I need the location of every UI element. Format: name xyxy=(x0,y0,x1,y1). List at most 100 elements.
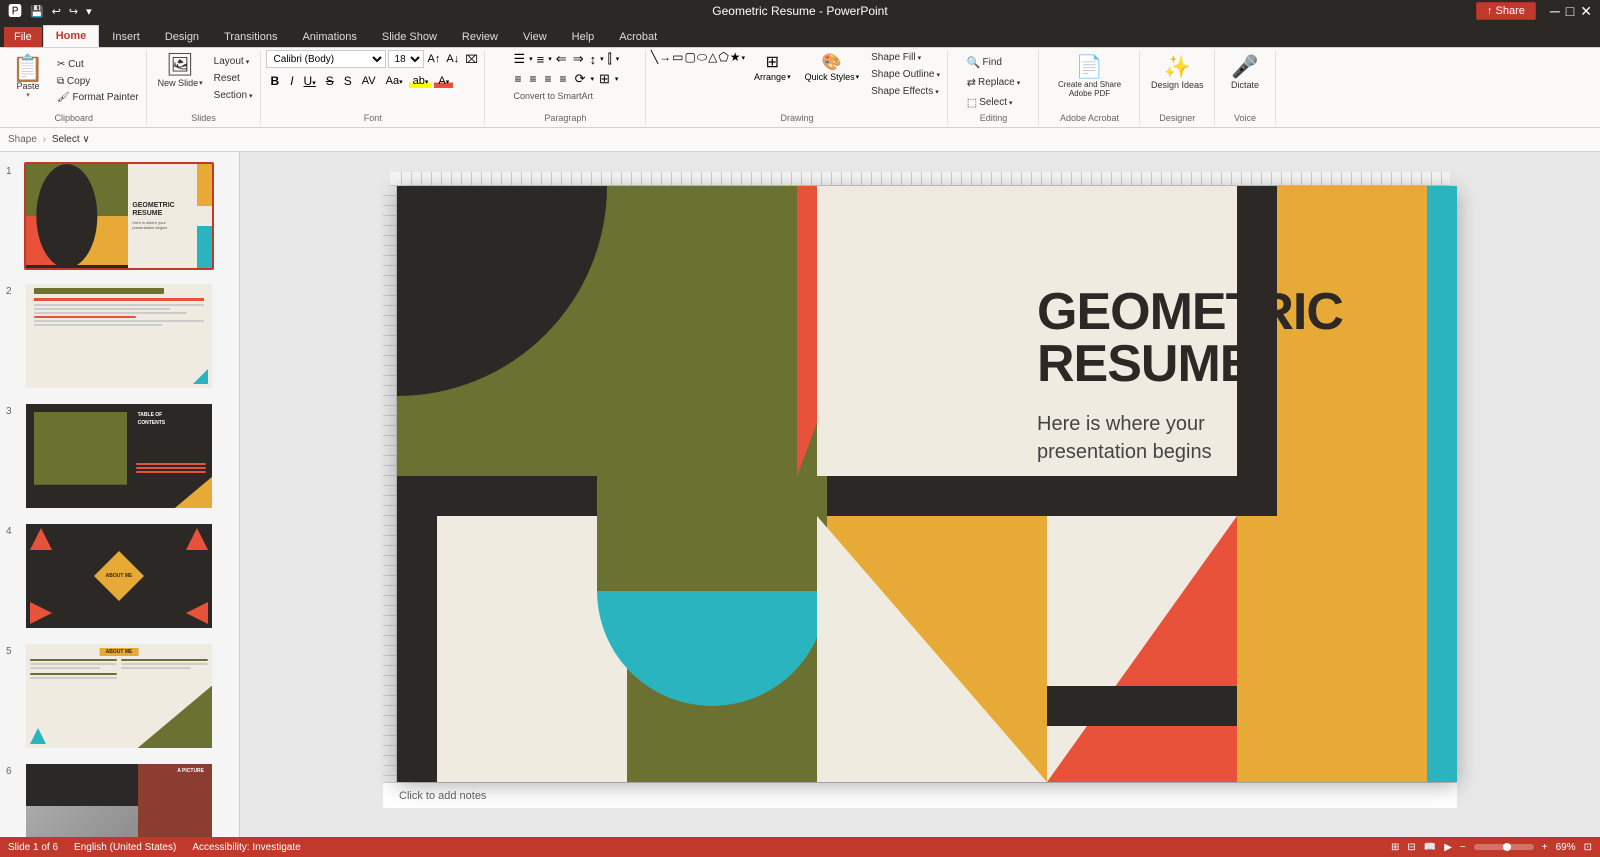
italic-button[interactable]: I xyxy=(286,73,297,89)
main-slide-canvas[interactable]: GEOMETRICRESUME Here is where yourpresen… xyxy=(397,186,1457,782)
shape-fill-button[interactable]: Shape Fill▾ xyxy=(868,50,943,65)
tab-slideshow[interactable]: Slide Show xyxy=(370,27,449,47)
format-painter-button[interactable]: 🖌 Format Painter xyxy=(54,91,142,104)
arrange-button[interactable]: ⊞ Arrange▾ xyxy=(749,50,796,84)
rounded-rect-shape[interactable]: ▢ xyxy=(684,50,695,65)
columns-button[interactable]: ⫿ xyxy=(606,50,614,68)
notes-bar[interactable]: Click to add notes xyxy=(383,782,1457,808)
tab-insert[interactable]: Insert xyxy=(100,27,152,47)
clear-format-button[interactable]: ⌧ xyxy=(463,52,480,67)
tab-help[interactable]: Help xyxy=(560,27,607,47)
select-context[interactable]: Select ∨ xyxy=(52,134,90,145)
tab-design[interactable]: Design xyxy=(153,27,211,47)
paste-button[interactable]: 📋 Paste ▾ xyxy=(6,50,50,104)
layout-button[interactable]: Layout▾ xyxy=(211,54,256,69)
arrow-shape[interactable]: → xyxy=(659,50,671,65)
tab-view[interactable]: View xyxy=(511,27,559,47)
fit-slide[interactable]: ⊡ xyxy=(1584,842,1592,853)
text-dir-arrow[interactable]: ▾ xyxy=(590,75,594,83)
qat-redo[interactable]: ↪ xyxy=(69,5,78,18)
oval-shape[interactable]: ⬭ xyxy=(697,50,707,65)
tab-review[interactable]: Review xyxy=(450,27,510,47)
tab-home[interactable]: Home xyxy=(43,25,100,47)
view-reading[interactable]: 📖 xyxy=(1424,842,1436,853)
tab-file[interactable]: File xyxy=(4,27,42,47)
new-slide-button[interactable]: 🖼 New Slide▾ xyxy=(152,50,209,90)
slide-thumb-5[interactable]: 5 ABOUT ME xyxy=(4,640,235,752)
triangle-shape[interactable]: △ xyxy=(708,50,717,65)
spacing-button[interactable]: AV xyxy=(358,74,380,88)
pentagon-shape[interactable]: ⬠ xyxy=(718,50,728,65)
section-button[interactable]: Section▾ xyxy=(211,88,256,103)
align-center-button[interactable]: ≡ xyxy=(527,71,540,87)
align-text-button[interactable]: ⊞ xyxy=(596,70,613,88)
view-slide-sorter[interactable]: ⊟ xyxy=(1407,842,1415,853)
align-text-arrow[interactable]: ▾ xyxy=(615,75,619,83)
line-shape[interactable]: ╲ xyxy=(651,50,658,65)
copy-button[interactable]: ⧉ Copy xyxy=(54,74,142,89)
replace-button[interactable]: ⇄Replace▾ xyxy=(964,74,1023,91)
slide-thumb-6[interactable]: 6 A PICTURE ALWAYS A PICTURE xyxy=(4,760,235,837)
numbering-button[interactable]: ≡ xyxy=(535,51,547,68)
acrobat-label: Adobe Acrobat xyxy=(1060,113,1119,123)
convert-smartart-button[interactable]: Convert to SmartArt xyxy=(512,90,596,102)
quick-styles-button[interactable]: 🎨 Quick Styles▾ xyxy=(800,50,865,84)
share-button[interactable]: ↑ Share xyxy=(1476,2,1536,20)
find-button[interactable]: 🔍Find xyxy=(964,54,1023,71)
strikethrough-button[interactable]: S xyxy=(322,73,338,89)
rect-shape[interactable]: ▭ xyxy=(672,50,683,65)
shape-effects-button[interactable]: Shape Effects▾ xyxy=(868,84,943,99)
highlight-button[interactable]: ab▾ xyxy=(409,74,433,88)
voice-label: Voice xyxy=(1234,113,1256,123)
increase-indent-button[interactable]: ⇒ xyxy=(571,50,586,68)
font-family-select[interactable]: Calibri (Body) xyxy=(266,50,386,68)
underline-button[interactable]: U▾ xyxy=(300,73,320,89)
qat-save[interactable]: 💾 xyxy=(30,5,44,18)
zoom-slider[interactable] xyxy=(1474,844,1534,850)
reset-button[interactable]: Reset xyxy=(211,71,256,86)
dictate-button[interactable]: 🎤 Dictate xyxy=(1225,52,1265,92)
shape-outline-button[interactable]: Shape Outline▾ xyxy=(868,67,943,82)
zoom-in[interactable]: + xyxy=(1542,842,1548,853)
slide-thumb-3[interactable]: 3 TABLE OF CONTENTS xyxy=(4,400,235,512)
shadow-button[interactable]: S xyxy=(340,73,356,89)
bold-button[interactable]: B xyxy=(266,72,285,90)
select-button[interactable]: ⬚Select▾ xyxy=(964,94,1023,111)
decrease-font-button[interactable]: A↓ xyxy=(444,52,461,66)
star-shape[interactable]: ★ xyxy=(730,50,741,65)
cut-button[interactable]: ✂ Cut xyxy=(54,57,142,72)
tab-animations[interactable]: Animations xyxy=(290,27,368,47)
col-arrow[interactable]: ▾ xyxy=(600,55,604,63)
slide-thumb-2[interactable]: 2 xyxy=(4,280,235,392)
slide-thumb-1[interactable]: 1 GEOMETRICRESUME Here is where yourpres… xyxy=(4,160,235,272)
font-case-button[interactable]: Aa▾ xyxy=(382,74,407,88)
bullets-button[interactable]: ☰ xyxy=(512,50,528,68)
qat-undo[interactable]: ↩ xyxy=(52,5,61,18)
slide-thumb-4[interactable]: 4 ABOUT ME xyxy=(4,520,235,632)
font-color-button[interactable]: A▾ xyxy=(434,74,453,88)
numbering-arrow[interactable]: ▾ xyxy=(548,55,552,63)
align-left-button[interactable]: ≡ xyxy=(512,71,525,87)
close-button[interactable]: ✕ xyxy=(1580,3,1592,20)
decrease-indent-button[interactable]: ⇐ xyxy=(554,50,569,68)
increase-font-button[interactable]: A↑ xyxy=(426,52,443,66)
text-direction-button[interactable]: ⟳ xyxy=(572,70,589,88)
font-size-select[interactable]: 18 xyxy=(388,50,424,68)
zoom-out[interactable]: − xyxy=(1460,842,1466,853)
create-pdf-button[interactable]: 📄 Create and Share Adobe PDF xyxy=(1049,52,1131,100)
minimize-button[interactable]: ─ xyxy=(1550,3,1560,19)
justify-button[interactable]: ≡ xyxy=(557,71,570,87)
bullets-arrow[interactable]: ▾ xyxy=(529,55,533,63)
tab-transitions[interactable]: Transitions xyxy=(212,27,289,47)
qat-customize[interactable]: ▾ xyxy=(86,5,92,18)
col-spacing-button[interactable]: ↕ xyxy=(588,51,599,68)
maximize-button[interactable]: □ xyxy=(1566,3,1574,19)
columns-arrow[interactable]: ▾ xyxy=(616,55,620,63)
align-right-button[interactable]: ≡ xyxy=(542,71,555,87)
shapes-more[interactable]: ▾ xyxy=(742,54,746,65)
view-normal[interactable]: ⊞ xyxy=(1391,842,1399,853)
design-ideas-button[interactable]: ✨ Design Ideas xyxy=(1145,52,1210,92)
accessibility-status[interactable]: Accessibility: Investigate xyxy=(192,842,300,853)
view-slideshow[interactable]: ▶ xyxy=(1444,842,1452,853)
tab-acrobat[interactable]: Acrobat xyxy=(607,27,669,47)
